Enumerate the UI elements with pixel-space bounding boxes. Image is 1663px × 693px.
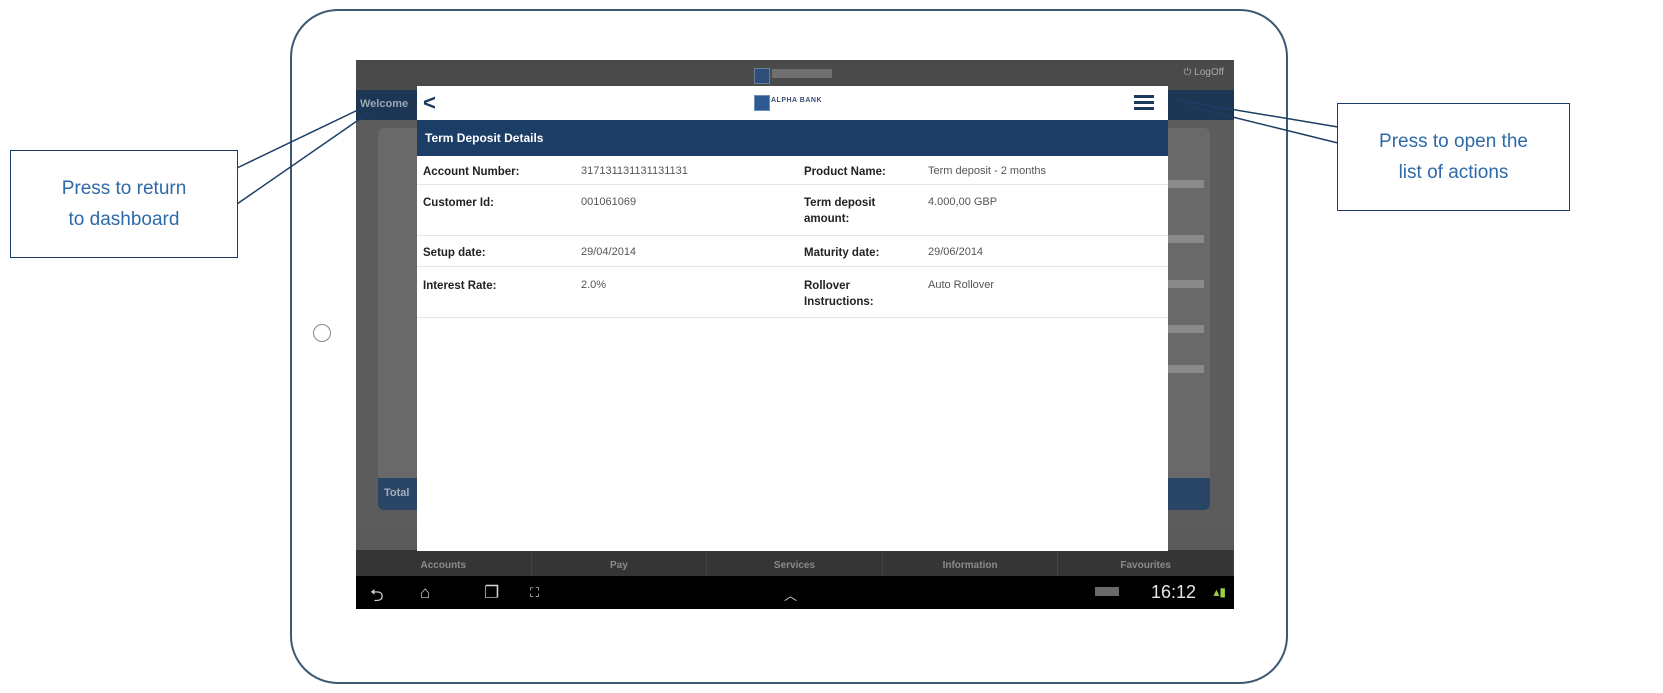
callout-text: Press to return	[61, 178, 187, 199]
callout-text: to dashboard	[68, 209, 180, 230]
callout-text: list of actions	[1398, 162, 1509, 183]
callout-back: Press to return to dashboard	[10, 150, 238, 258]
callout-menu: Press to open the list of actions	[1337, 103, 1570, 211]
callout-text: Press to open the	[1379, 131, 1528, 152]
